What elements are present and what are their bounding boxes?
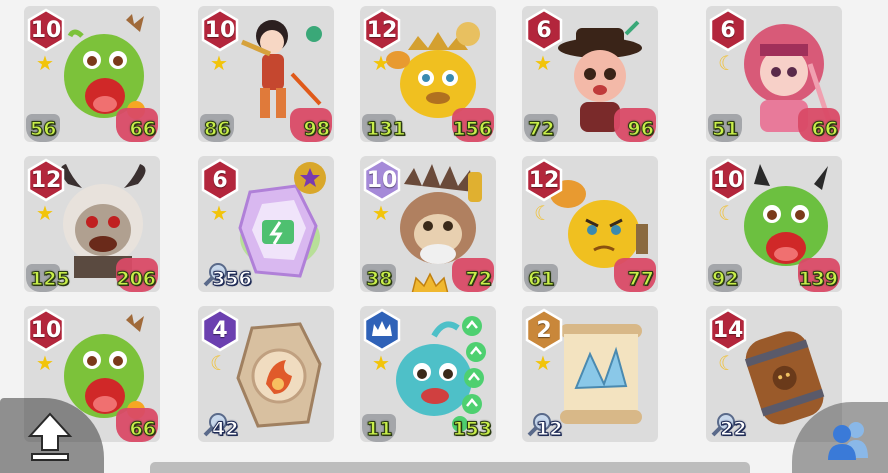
star-emblem-icon — [294, 162, 326, 194]
level-badge: 12 — [362, 8, 402, 52]
level-number: 2 — [536, 317, 552, 343]
level-badge: 10 — [708, 158, 748, 202]
friends-icon — [828, 422, 868, 460]
level-number: 12 — [366, 17, 398, 43]
star-rank-icon: ★ — [372, 351, 390, 375]
defense-value: 72 — [465, 268, 492, 291]
star-rank-icon: ★ — [372, 201, 390, 225]
card-5[interactable]: 6 ☾ 51 66 — [706, 6, 842, 142]
crown-badge — [362, 308, 402, 352]
moon-rank-icon: ☾ — [718, 201, 736, 225]
moon-rank-icon: ☾ — [718, 351, 736, 375]
star-rank-icon: ★ — [210, 201, 228, 225]
defense-value: 96 — [627, 118, 654, 141]
bottom-bar — [150, 462, 750, 473]
star-rank-icon: ★ — [534, 51, 552, 75]
card-12[interactable]: 4 ☾ 42 — [198, 306, 334, 442]
defense-value: 156 — [452, 118, 493, 141]
level-number: 10 — [712, 167, 744, 193]
level-badge: 10 — [200, 8, 240, 52]
star-rank-icon: ★ — [372, 51, 390, 75]
level-number: 10 — [204, 17, 236, 43]
attack-value: 56 — [29, 118, 57, 141]
quantity-value: 356 — [212, 268, 253, 291]
level-number: 12 — [528, 167, 560, 193]
upload-arrow-icon — [27, 412, 73, 461]
level-number: 10 — [30, 317, 62, 343]
moon-rank-icon: ☾ — [718, 51, 736, 75]
defense-value: 153 — [452, 418, 493, 441]
level-badge: 14 — [708, 308, 748, 352]
card-6[interactable]: 12 ★ 125 206 — [24, 156, 160, 292]
level-badge: 6 — [708, 8, 748, 52]
attack-value: 51 — [711, 118, 739, 141]
level-number: 6 — [212, 167, 228, 193]
upgrade-arrows-icon — [452, 316, 486, 432]
level-number: 4 — [212, 317, 228, 343]
card-7[interactable]: 6 ★ 356 — [198, 156, 334, 292]
card-grid: 10 ★ 56 66 10 ★ 86 98 12 ★ 131 156 6 ★ 7… — [0, 0, 888, 473]
card-8[interactable]: 10 ★ 38 72 — [360, 156, 496, 292]
defense-value: 66 — [129, 118, 156, 141]
quantity-value: 42 — [211, 418, 239, 441]
defense-value: 66 — [129, 418, 156, 441]
card-3[interactable]: 12 ★ 131 156 — [360, 6, 496, 142]
level-badge: 6 — [200, 158, 240, 202]
quantity-value: 22 — [719, 418, 747, 441]
level-badge: 12 — [26, 158, 66, 202]
attack-value: 11 — [365, 418, 393, 441]
level-badge: 10 — [26, 308, 66, 352]
level-badge: 12 — [524, 158, 564, 202]
quantity-value: 12 — [535, 418, 563, 441]
crown-icon — [411, 272, 449, 292]
card-2[interactable]: 10 ★ 86 98 — [198, 6, 334, 142]
level-number: 10 — [30, 17, 62, 43]
level-badge: 10 — [26, 8, 66, 52]
level-number: 14 — [712, 317, 744, 343]
level-number: 6 — [536, 17, 552, 43]
star-rank-icon: ★ — [36, 51, 54, 75]
defense-value: 98 — [303, 118, 330, 141]
attack-value: 86 — [203, 118, 231, 141]
card-13[interactable]: ★ 11 153 — [360, 306, 496, 442]
star-rank-icon: ★ — [210, 51, 228, 75]
level-number: 12 — [30, 167, 62, 193]
defense-value: 139 — [798, 268, 839, 291]
attack-value: 72 — [527, 118, 555, 141]
attack-value: 92 — [711, 268, 739, 291]
card-9[interactable]: 12 ☾ 61 77 — [522, 156, 658, 292]
level-number: 6 — [720, 17, 736, 43]
level-badge: 2 — [524, 308, 564, 352]
card-4[interactable]: 6 ★ 72 96 — [522, 6, 658, 142]
card-10[interactable]: 10 ☾ 92 139 — [706, 156, 842, 292]
attack-value: 61 — [527, 268, 555, 291]
card-14[interactable]: 2 ★ 12 — [522, 306, 658, 442]
star-rank-icon: ★ — [36, 201, 54, 225]
defense-value: 206 — [116, 268, 157, 291]
attack-value: 131 — [366, 118, 407, 141]
level-badge: 6 — [524, 8, 564, 52]
moon-rank-icon: ☾ — [210, 351, 228, 375]
moon-rank-icon: ☾ — [534, 201, 552, 225]
level-number: 10 — [366, 167, 398, 193]
level-badge: 10 — [362, 158, 402, 202]
star-rank-icon: ★ — [534, 351, 552, 375]
card-1[interactable]: 10 ★ 56 66 — [24, 6, 160, 142]
attack-value: 38 — [365, 268, 393, 291]
star-rank-icon: ★ — [36, 351, 54, 375]
defense-value: 77 — [627, 268, 654, 291]
level-badge: 4 — [200, 308, 240, 352]
defense-value: 66 — [811, 118, 838, 141]
attack-value: 125 — [30, 268, 71, 291]
